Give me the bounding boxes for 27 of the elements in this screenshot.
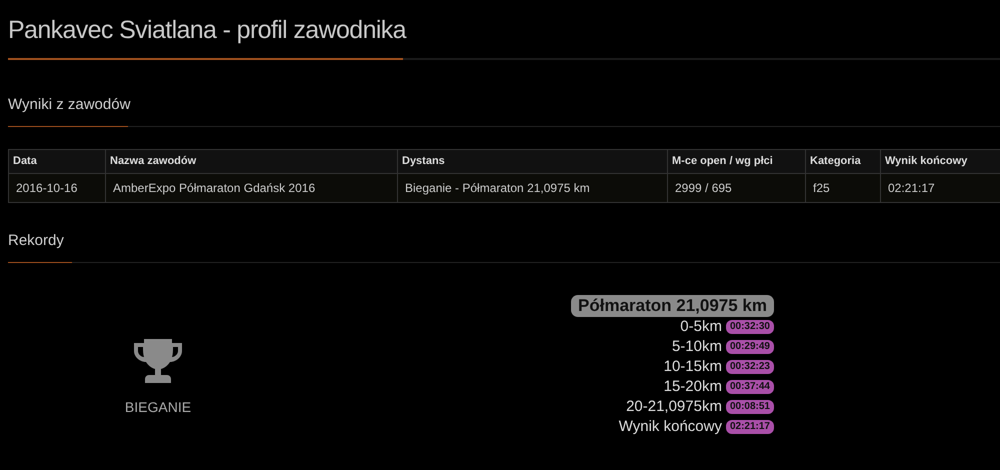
page-title: Pankavec Sviatlana - profil zawodnika [8, 15, 406, 46]
time-badge: 02:21:17 [726, 420, 774, 434]
time-badge: 00:29:49 [726, 340, 774, 354]
time-badge: 00:32:23 [726, 360, 774, 374]
column-header: M-ce open / wg płci [668, 150, 806, 174]
trophy-icon [132, 339, 184, 383]
sport-label: BIEGANIE [124, 398, 192, 417]
table-cell: f25 [806, 174, 880, 202]
time-badge: 00:08:51 [726, 400, 774, 414]
column-header: Dystans [398, 150, 668, 174]
split-label: 20-21,0975km [626, 396, 722, 417]
table-cell: AmberExpo Półmaraton Gdańsk 2016 [106, 174, 398, 202]
split-label: Wynik końcowy [618, 416, 722, 437]
time-badge: 00:37:44 [726, 380, 774, 394]
section-heading: Wyniki z zawodów [8, 95, 130, 115]
table-cell: 2999 / 695 [668, 174, 806, 202]
table-cell: 2016-10-16 [8, 174, 106, 202]
split-label: 10-15km [664, 356, 722, 377]
split-label: 0-5km [680, 316, 722, 337]
distance-label: Półmaraton 21,0975 km [571, 295, 774, 317]
column-header: Data [8, 150, 106, 174]
section-heading: Rekordy [8, 231, 64, 251]
split-label: 15-20km [664, 376, 722, 397]
column-header: Nazwa zawodów [106, 150, 398, 174]
time-badge: 00:32:30 [726, 320, 774, 334]
table-cell: Bieganie - Półmaraton 21,0975 km [398, 174, 668, 202]
split-label: 5-10km [672, 336, 722, 357]
